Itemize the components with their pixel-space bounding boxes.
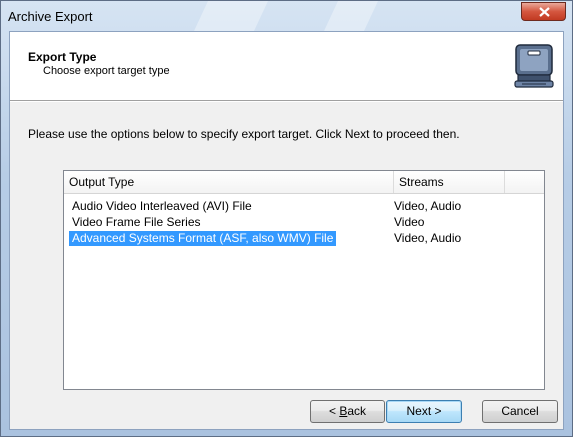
titlebar-glass-highlight — [324, 1, 378, 31]
back-label-prefix: < — [328, 404, 340, 418]
window-title: Archive Export — [8, 9, 93, 24]
list-item-type: Audio Video Interleaved (AVI) File — [72, 199, 252, 213]
list-item-asf-selected[interactable]: Advanced Systems Format (ASF, also WMV) … — [67, 231, 541, 246]
page-subtitle: Choose export target type — [43, 65, 170, 77]
briefcase-icon — [514, 44, 554, 88]
archive-export-window: Archive Export Export Type Choose export… — [0, 0, 573, 437]
wizard-header: Export Type Choose export target type — [10, 32, 563, 101]
column-header-streams[interactable]: Streams — [394, 171, 505, 193]
list-item-type: Video Frame File Series — [72, 215, 201, 229]
instruction-text: Please use the options below to specify … — [28, 127, 460, 141]
wizard-client-area: Export Type Choose export target type Pl… — [9, 31, 564, 430]
back-button[interactable]: < Back — [310, 400, 385, 423]
column-header-output-type[interactable]: Output Type — [64, 171, 394, 193]
title-bar[interactable]: Archive Export — [1, 1, 572, 31]
output-type-list[interactable]: Output Type Streams Audio Video Interlea… — [63, 170, 545, 390]
titlebar-glass-highlight — [194, 1, 268, 31]
page-title: Export Type — [28, 50, 97, 64]
list-item-streams: Video — [394, 215, 425, 229]
next-button[interactable]: Next > — [386, 400, 462, 423]
cancel-button[interactable]: Cancel — [482, 400, 558, 423]
list-item-avi[interactable]: Audio Video Interleaved (AVI) File Video… — [67, 199, 541, 214]
back-label-rest: ack — [347, 404, 367, 418]
list-item-streams: Video, Audio — [394, 199, 462, 213]
list-item-frame-series[interactable]: Video Frame File Series Video — [67, 215, 541, 230]
close-icon — [539, 7, 550, 17]
list-item-streams: Video, Audio — [394, 231, 462, 245]
list-item-type: Advanced Systems Format (ASF, also WMV) … — [69, 231, 337, 246]
list-header: Output Type Streams — [64, 171, 544, 194]
close-button[interactable] — [521, 2, 566, 21]
